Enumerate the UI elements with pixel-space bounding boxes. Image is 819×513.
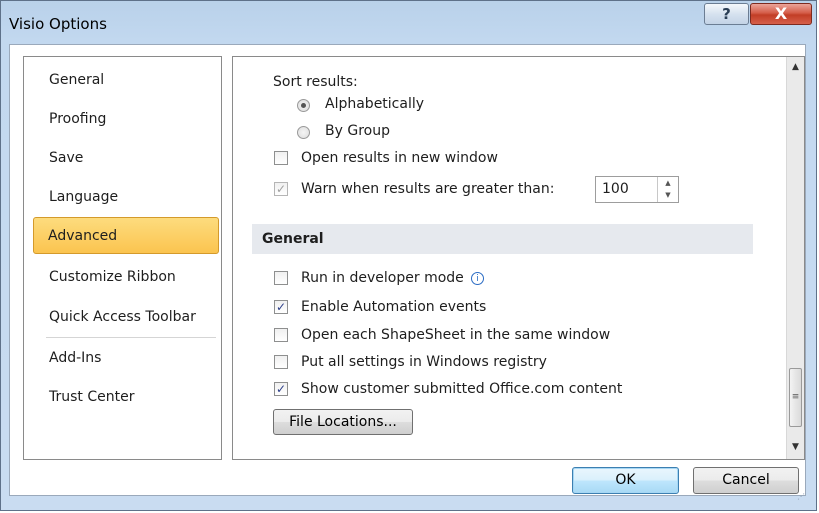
nav-item-label: Add-Ins [49, 350, 102, 366]
spinner-down-icon[interactable]: ▼ [658, 189, 678, 201]
options-nav: General Proofing Save Language Advanced … [23, 56, 222, 460]
ok-button[interactable]: OK [572, 467, 679, 494]
automation-events-checkbox[interactable]: ✓ [274, 300, 288, 314]
resize-grip-icon[interactable]: ⋰ [797, 493, 809, 506]
sort-alphabetically-label: Alphabetically [325, 96, 425, 112]
shapesheet-same-window-label: Open each ShapeSheet in the same window [301, 327, 611, 343]
office-content-checkbox[interactable]: ✓ [274, 382, 288, 396]
sort-by-group-radio[interactable] [297, 126, 310, 139]
window-title: Visio Options [9, 15, 107, 33]
nav-item-label: Save [49, 150, 84, 166]
warn-results-checkbox[interactable]: ✓ [274, 182, 288, 196]
nav-item-customize-ribbon[interactable]: Customize Ribbon [25, 259, 220, 296]
scroll-thumb[interactable]: ≡ [789, 368, 802, 427]
nav-item-language[interactable]: Language [25, 179, 220, 216]
shapesheet-same-window-checkbox[interactable] [274, 328, 288, 342]
title-bar[interactable]: Visio Options ? X [1, 1, 816, 45]
warn-results-spinner[interactable]: 100 ▲ ▼ [595, 176, 679, 203]
sort-results-label: Sort results: [273, 74, 358, 90]
spinner-arrows[interactable]: ▲ ▼ [657, 177, 678, 202]
help-button[interactable]: ? [704, 3, 749, 25]
scroll-down-icon[interactable]: ▼ [787, 439, 804, 456]
nav-item-label: Customize Ribbon [49, 269, 176, 285]
sort-by-group-label: By Group [325, 123, 390, 139]
file-locations-button[interactable]: File Locations... [273, 409, 413, 435]
open-results-new-window-checkbox[interactable] [274, 151, 288, 165]
options-content-panel: Sort results: Alphabetically By Group Op… [232, 56, 805, 460]
warn-results-value: 100 [602, 181, 629, 197]
nav-item-label: Quick Access Toolbar [49, 309, 196, 325]
nav-item-trust-center[interactable]: Trust Center [25, 379, 220, 416]
nav-item-proofing[interactable]: Proofing [25, 101, 220, 138]
sort-alphabetically-radio[interactable] [297, 99, 310, 112]
info-glyph: i [476, 274, 479, 284]
nav-item-quick-access-toolbar[interactable]: Quick Access Toolbar [25, 299, 220, 336]
office-content-label: Show customer submitted Office.com conte… [301, 381, 623, 397]
scroll-up-icon[interactable]: ▲ [787, 59, 804, 76]
open-results-new-window-label: Open results in new window [301, 150, 498, 166]
help-icon: ? [722, 5, 731, 23]
close-button[interactable]: X [750, 3, 812, 25]
clipped-row-remnant [273, 57, 573, 61]
nav-item-general[interactable]: General [25, 62, 220, 99]
close-icon: X [774, 4, 788, 23]
nav-item-label: Trust Center [49, 389, 135, 405]
warn-results-label: Warn when results are greater than: [301, 181, 555, 197]
info-icon[interactable]: i [471, 272, 484, 285]
registry-settings-checkbox[interactable] [274, 355, 288, 369]
nav-divider [46, 337, 216, 338]
automation-events-label: Enable Automation events [301, 299, 487, 315]
nav-item-add-ins[interactable]: Add-Ins [25, 340, 220, 377]
nav-item-advanced[interactable]: Advanced [33, 217, 219, 254]
spinner-up-icon[interactable]: ▲ [658, 177, 678, 189]
nav-item-save[interactable]: Save [25, 140, 220, 177]
developer-mode-checkbox[interactable] [274, 271, 288, 285]
nav-item-label: Language [49, 189, 119, 205]
developer-mode-label: Run in developer mode [301, 270, 464, 286]
content-scrollbar[interactable]: ▲ ≡ ▼ [786, 57, 804, 459]
registry-settings-label: Put all settings in Windows registry [301, 354, 547, 370]
nav-item-label: Advanced [48, 228, 118, 244]
nav-item-label: Proofing [49, 111, 107, 127]
nav-item-label: General [49, 72, 105, 88]
cancel-button[interactable]: Cancel [693, 467, 799, 494]
general-section-header: General [252, 224, 753, 254]
